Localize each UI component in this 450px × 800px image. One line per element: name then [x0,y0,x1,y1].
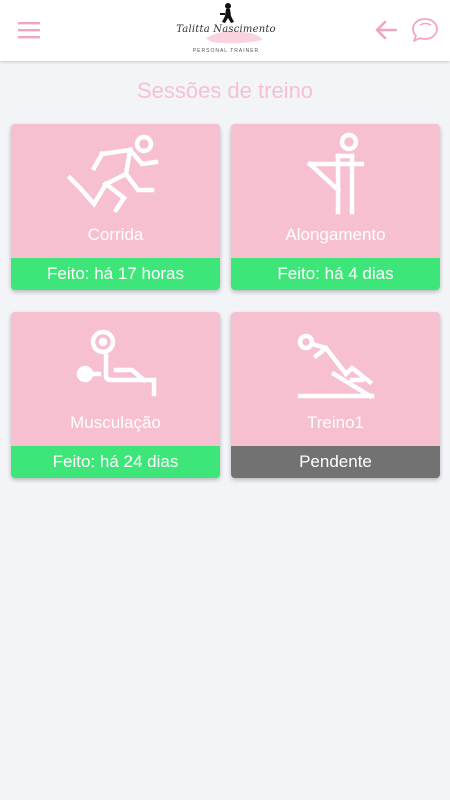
session-status-badge: Feito: há 4 dias [231,258,440,290]
situp-icon [297,333,375,400]
session-card-treino1[interactable]: Treino1 Pendente [231,312,440,478]
hamburger-icon[interactable] [18,18,44,42]
session-card-alongamento[interactable]: Alongamento Feito: há 4 dias [231,124,440,290]
logo-script-text: Talitta Nascimento [176,24,276,35]
session-card-musculacao[interactable]: Musculação Feito: há 24 dias [11,312,220,478]
page-title: Sessões de treino [136,78,314,103]
session-status-badge: Pendente [231,446,440,478]
stretching-icon [306,132,365,215]
trainer-silhouette-icon [220,3,234,23]
session-label: Alongamento [285,225,386,244]
session-status-badge: Feito: há 24 dias [11,446,220,478]
session-card-corrida[interactable]: Corrida Feito: há 17 horas [11,124,220,290]
logo-subtitle: PERSONAL TRAINER [192,48,260,54]
running-icon [66,134,159,214]
weightlifting-icon [76,329,157,397]
arrow-left-icon[interactable] [372,18,400,42]
top-app-bar: Talitta Nascimento PERSONAL TRAINER [0,0,450,61]
session-label: Corrida [87,225,144,244]
session-label: Musculação [70,413,161,432]
session-label: Treino1 [306,413,364,432]
brand-logo: Talitta Nascimento PERSONAL TRAINER [170,2,282,60]
session-status-badge: Feito: há 17 horas [11,258,220,290]
chat-bubble-icon[interactable] [410,14,440,46]
